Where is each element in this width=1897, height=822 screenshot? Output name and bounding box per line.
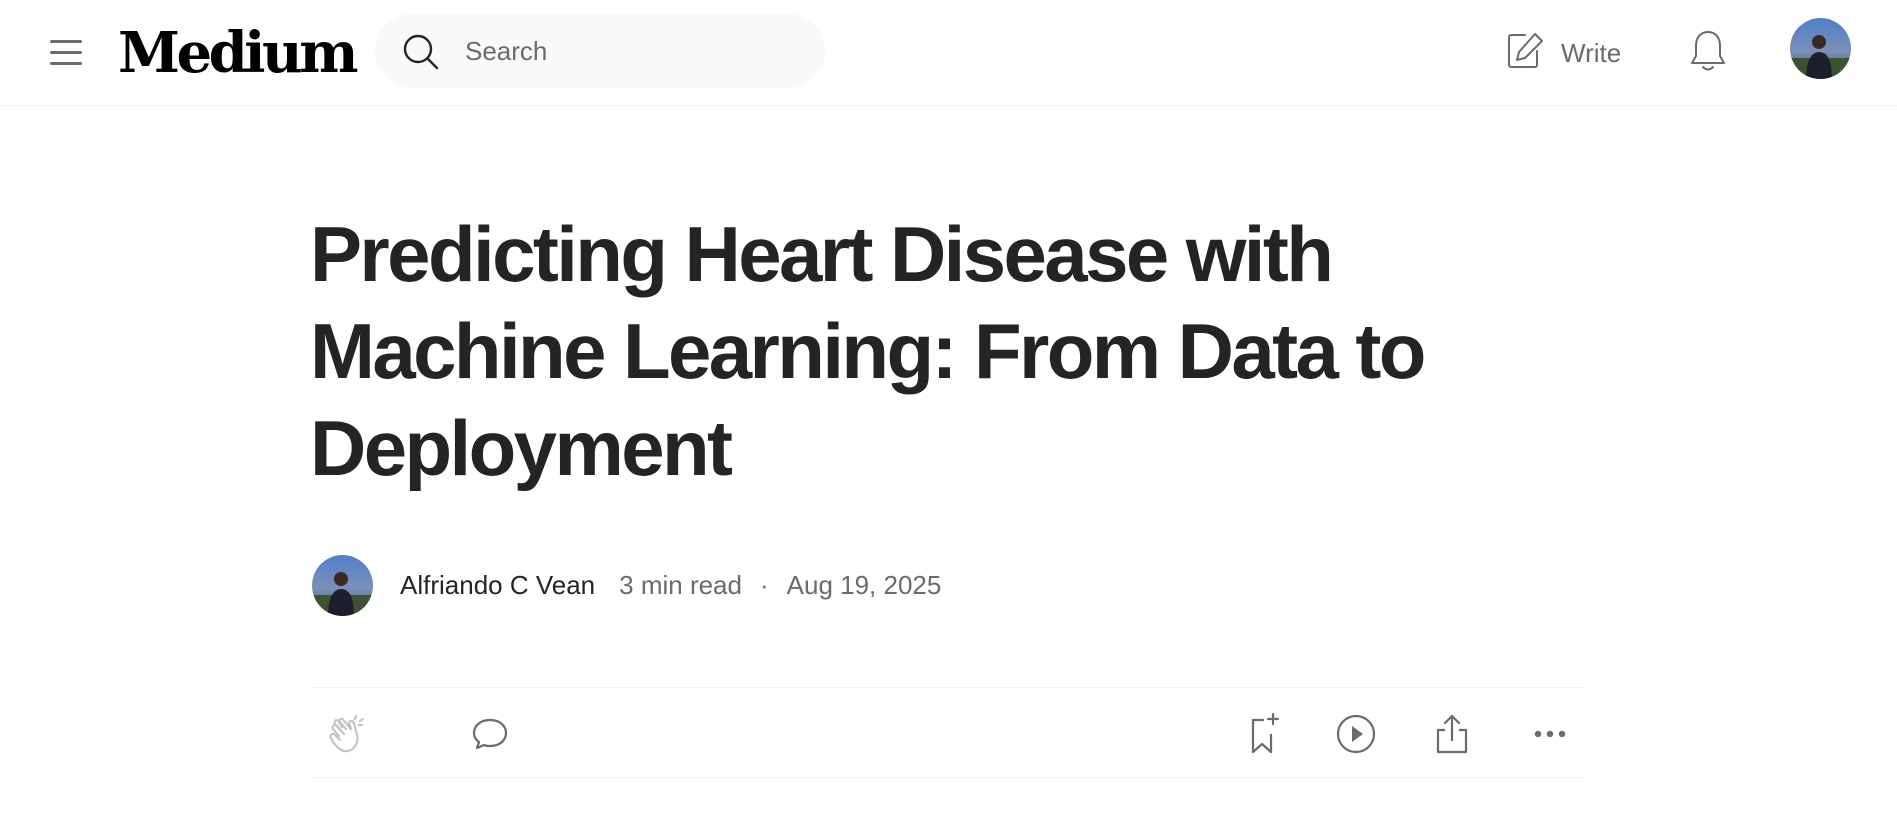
article-title: Predicting Heart Disease with Machine Le… [310,210,1426,492]
menu-button[interactable] [46,34,86,70]
write-label: Write [1561,37,1622,68]
bell-icon [1686,31,1730,78]
search-bar[interactable] [375,14,825,88]
user-avatar[interactable] [1790,18,1851,79]
more-dots-icon [1526,710,1574,758]
notifications-button[interactable] [1686,26,1730,74]
clap-button[interactable] [326,710,374,758]
article-action-bar [310,687,1585,778]
comment-button[interactable] [466,710,514,758]
article-meta: Alfriando C Vean 3 min read · Aug 19, 20… [400,570,941,610]
edit-icon [1505,31,1545,76]
clap-icon [326,710,374,758]
author-avatar[interactable] [312,555,373,616]
more-button[interactable] [1526,710,1574,758]
top-navigation: Medium Write [0,0,1897,106]
medium-logo[interactable]: Medium [118,18,359,88]
comment-icon [466,710,514,758]
read-time: 3 min read [619,570,742,600]
save-button[interactable] [1240,710,1288,758]
share-button[interactable] [1428,710,1476,758]
listen-button[interactable] [1332,710,1380,758]
meta-separator: · [759,570,769,600]
bookmark-add-icon [1240,710,1288,758]
search-input[interactable] [463,14,803,88]
play-icon [1332,710,1380,758]
share-icon [1428,710,1476,758]
write-button[interactable]: Write [1505,28,1621,78]
search-icon [401,32,441,72]
publish-date: Aug 19, 2025 [786,570,942,600]
hamburger-menu-icon [50,40,82,43]
author-name[interactable]: Alfriando C Vean [400,570,595,601]
